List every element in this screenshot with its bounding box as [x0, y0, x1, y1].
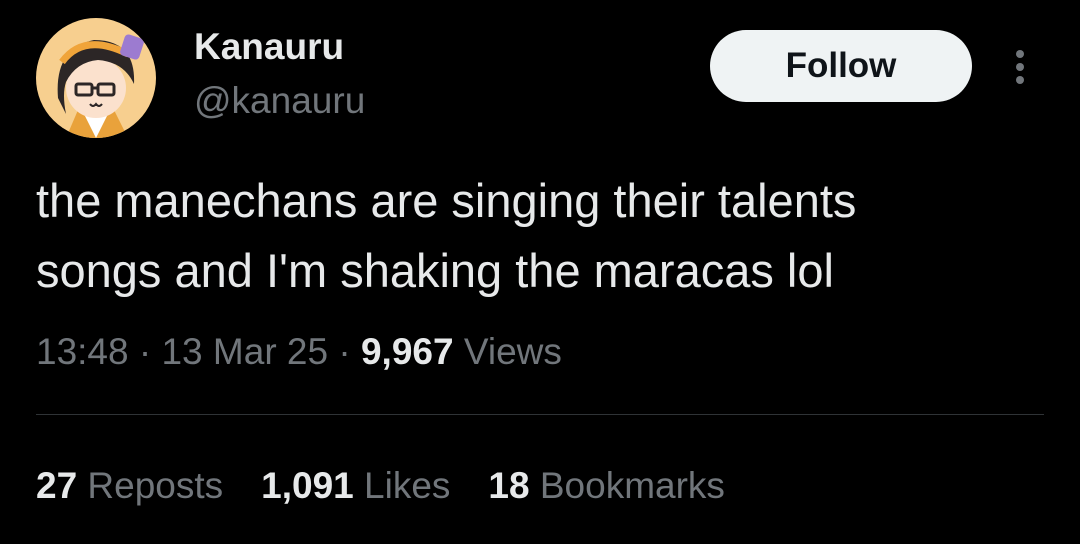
- bookmarks-stat[interactable]: 18 Bookmarks: [488, 462, 725, 510]
- user-handle[interactable]: @kanauru: [194, 78, 365, 124]
- bookmarks-count: 18: [488, 465, 530, 506]
- divider: [36, 414, 1044, 415]
- tweet-time[interactable]: 13:48: [36, 331, 129, 372]
- reposts-stat[interactable]: 27 Reposts: [36, 462, 223, 510]
- more-vertical-icon[interactable]: [1003, 45, 1037, 89]
- display-name[interactable]: Kanauru: [194, 24, 344, 70]
- avatar[interactable]: [36, 18, 156, 138]
- follow-button[interactable]: Follow: [710, 30, 972, 102]
- tweet-text-line: the manechans are singing their talents: [36, 174, 857, 227]
- bookmarks-label: Bookmarks: [529, 465, 725, 506]
- likes-count: 1,091: [261, 465, 354, 506]
- likes-label: Likes: [353, 465, 451, 506]
- avatar-image: [36, 18, 156, 138]
- tweet-text-line: songs and I'm shaking the maracas lol: [36, 244, 834, 297]
- meta-separator: ·: [328, 331, 361, 372]
- reposts-label: Reposts: [77, 465, 224, 506]
- meta-separator: ·: [128, 331, 162, 372]
- tweet-date[interactable]: 13 Mar 25: [161, 331, 328, 372]
- tweet-meta: 13:48 · 13 Mar 25 · 9,967 Views: [36, 328, 562, 376]
- engagement-stats: 27 Reposts 1,091 Likes 18 Bookmarks: [36, 462, 763, 510]
- likes-stat[interactable]: 1,091 Likes: [261, 462, 450, 510]
- reposts-count: 27: [36, 465, 78, 506]
- views-count: 9,967: [360, 331, 454, 372]
- views-label: Views: [453, 331, 562, 372]
- tweet-text: the manechans are singing their talents …: [36, 166, 1046, 306]
